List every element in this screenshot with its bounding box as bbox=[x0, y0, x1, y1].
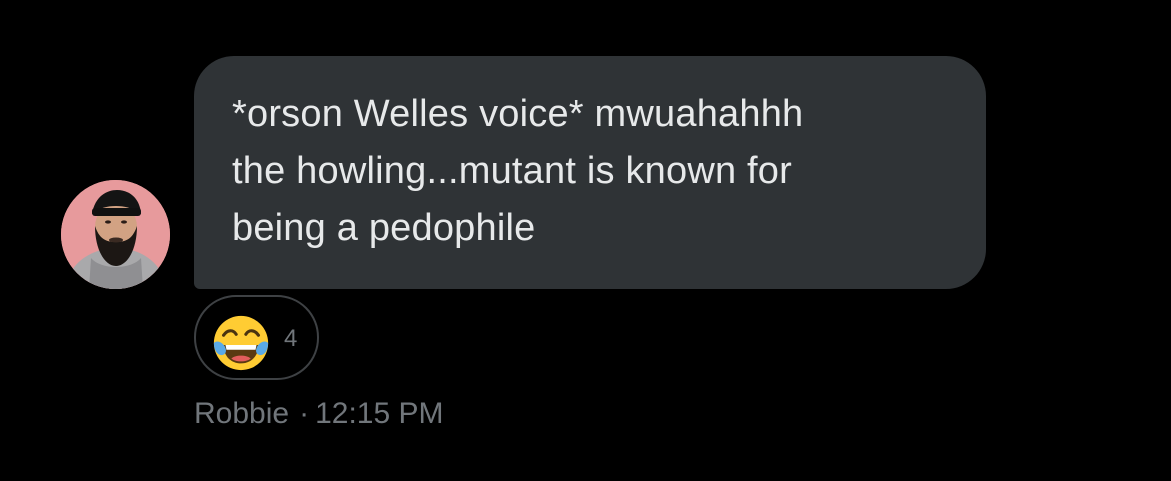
timestamp: 12:15 PM bbox=[315, 397, 444, 430]
message-bubble[interactable]: *orson Welles voice* mwuahahhh the howli… bbox=[194, 56, 986, 289]
face-with-tears-of-joy-icon bbox=[213, 315, 269, 371]
avatar[interactable] bbox=[61, 180, 170, 289]
message-text: *orson Welles voice* mwuahahhh the howli… bbox=[232, 93, 804, 249]
sender-name: Robbie bbox=[194, 397, 290, 430]
reaction-pill[interactable]: 4 bbox=[194, 295, 319, 380]
reaction-count: 4 bbox=[284, 325, 298, 352]
message-meta: Robbie · 12:15 PM bbox=[194, 396, 444, 432]
meta-separator: · bbox=[299, 397, 310, 430]
avatar-photo bbox=[61, 180, 170, 289]
